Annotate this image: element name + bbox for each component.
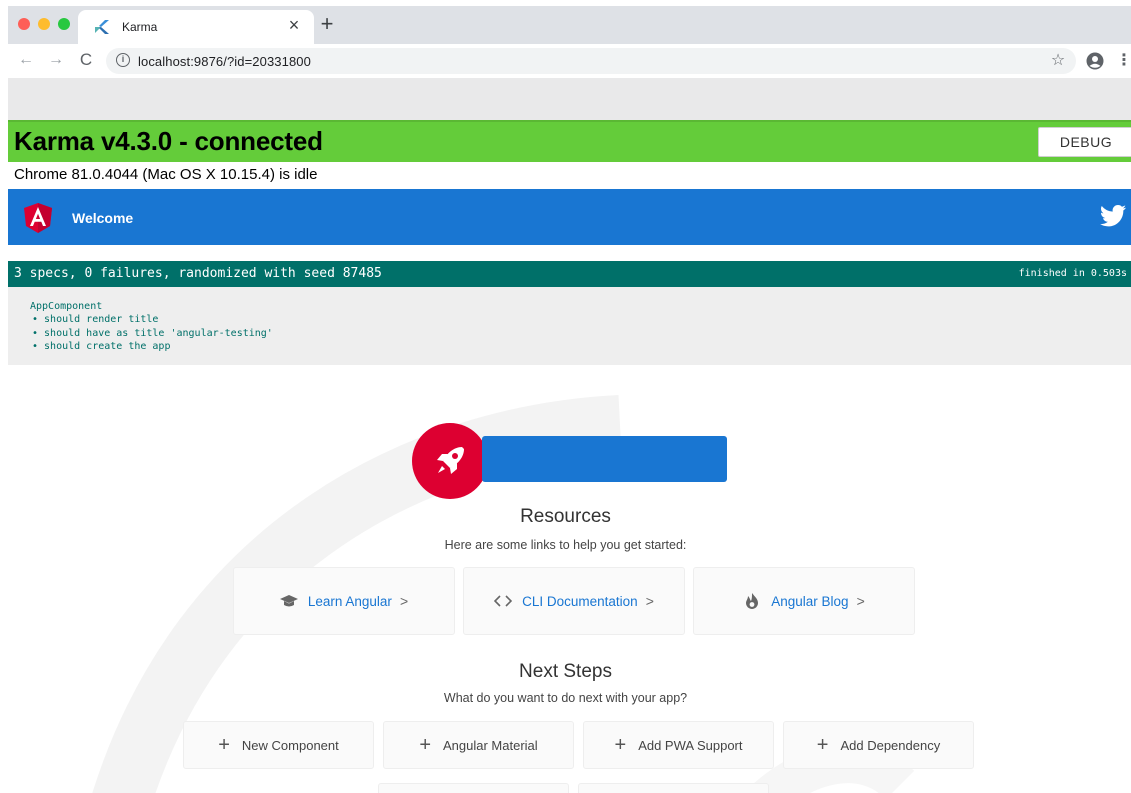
chevron-right-icon: >	[645, 593, 654, 609]
step-partial-card[interactable]	[578, 783, 769, 793]
hero-banner-bar	[482, 436, 727, 482]
code-brackets-icon	[494, 595, 513, 607]
step-label: Add PWA Support	[638, 737, 743, 753]
page-top-band	[8, 78, 1131, 120]
card-cli-documentation[interactable]: CLI Documentation >	[463, 567, 685, 635]
card-label: Angular Blog	[771, 593, 849, 609]
browser-tab-strip: Karma × +	[8, 6, 1131, 44]
debug-button[interactable]: DEBUG	[1038, 127, 1131, 157]
new-tab-button[interactable]: +	[316, 12, 338, 36]
resources-title: Resources	[520, 506, 611, 527]
step-add-pwa-support[interactable]: + Add PWA Support	[583, 721, 774, 769]
step-label: Angular Material	[443, 737, 538, 753]
tab-title: Karma	[122, 20, 158, 34]
resources-subtitle: Here are some links to help you get star…	[444, 538, 687, 552]
jasmine-duration: finished in 0.503s	[1018, 268, 1127, 279]
plus-icon: +	[419, 734, 432, 756]
url-text[interactable]: localhost:9876/?id=20331800	[138, 54, 311, 69]
twitter-icon[interactable]	[1100, 205, 1126, 227]
app-welcome-text: Welcome	[72, 210, 134, 226]
window-close-button[interactable]	[18, 18, 30, 30]
chevron-right-icon: >	[399, 593, 409, 609]
back-button[interactable]: ←	[16, 49, 36, 71]
karma-favicon-icon	[95, 20, 109, 34]
site-info-icon[interactable]: i	[116, 53, 130, 67]
karma-banner: Karma v4.3.0 - connected DEBUG	[8, 120, 1131, 162]
app-toolbar: Welcome	[8, 189, 1131, 245]
step-label: Add Dependency	[840, 737, 941, 753]
spec-item[interactable]: should have as title 'angular-testing'	[32, 327, 273, 341]
step-add-dependency[interactable]: + Add Dependency	[783, 721, 974, 769]
rocket-badge	[412, 423, 488, 499]
forward-button[interactable]: →	[46, 49, 66, 71]
plus-icon: +	[816, 734, 829, 756]
step-new-component[interactable]: + New Component	[183, 721, 374, 769]
account-icon[interactable]	[1086, 52, 1104, 70]
address-bar[interactable]: i localhost:9876/?id=20331800	[106, 48, 1076, 74]
browser-menu-icon[interactable]: ⋮	[1116, 50, 1131, 72]
bookmark-star-icon[interactable]: ☆	[1048, 50, 1068, 72]
plus-icon: +	[614, 734, 627, 756]
next-steps-subtitle: What do you want to do next with your ap…	[443, 691, 688, 705]
card-label: CLI Documentation	[522, 593, 638, 609]
spec-item[interactable]: should render title	[32, 313, 273, 327]
flame-icon	[746, 593, 759, 609]
chevron-right-icon: >	[856, 593, 865, 609]
suite-name[interactable]: AppComponent	[30, 301, 102, 312]
card-learn-angular[interactable]: Learn Angular >	[233, 567, 455, 635]
card-label: Learn Angular	[307, 593, 392, 609]
window-minimize-button[interactable]	[38, 18, 50, 30]
tab-close-icon[interactable]: ×	[284, 15, 304, 36]
spec-list: should render title should have as title…	[32, 313, 273, 354]
spec-item[interactable]: should create the app	[32, 340, 273, 354]
card-angular-blog[interactable]: Angular Blog >	[693, 567, 915, 635]
jasmine-summary-bar: 3 specs, 0 failures, randomized with see…	[8, 261, 1131, 287]
jasmine-results-panel: AppComponent should render title should …	[8, 287, 1131, 365]
next-steps-title: Next Steps	[519, 661, 612, 682]
plus-icon: +	[218, 734, 230, 756]
graduation-cap-icon	[279, 595, 298, 607]
karma-title: Karma v4.3.0 - connected	[14, 126, 323, 156]
step-partial-card[interactable]	[378, 783, 569, 793]
browser-status: Chrome 81.0.4044 (Mac OS X 10.15.4) is i…	[14, 166, 318, 183]
browser-tab-karma[interactable]: Karma ×	[78, 10, 314, 44]
window-maximize-button[interactable]	[58, 18, 70, 30]
step-label: New Component	[241, 737, 339, 753]
angular-logo-icon	[24, 203, 52, 233]
rocket-icon	[437, 447, 464, 474]
step-angular-material[interactable]: + Angular Material	[383, 721, 574, 769]
browser-toolbar: ← → C i localhost:9876/?id=20331800 ☆ ⋮	[8, 44, 1131, 78]
jasmine-summary-text[interactable]: 3 specs, 0 failures, randomized with see…	[14, 266, 382, 281]
reload-button[interactable]: C	[76, 49, 96, 71]
